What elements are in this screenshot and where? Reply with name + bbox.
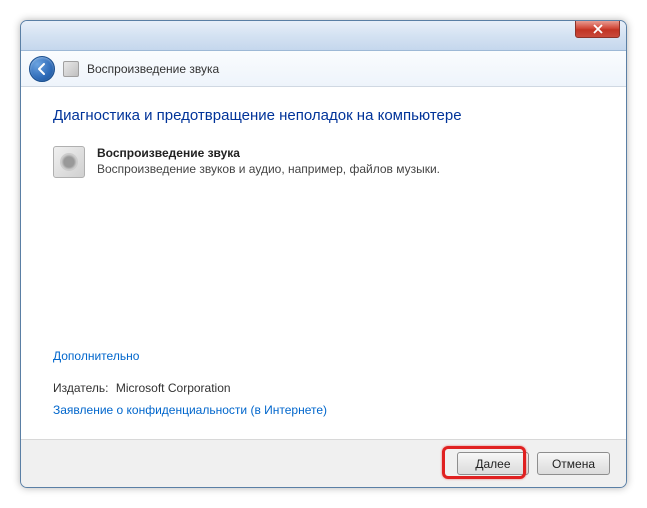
back-button[interactable] (29, 56, 55, 82)
publisher-row: Издатель: Microsoft Corporation (53, 381, 231, 395)
button-bar: Далее Отмена (21, 439, 626, 487)
close-button[interactable] (575, 20, 620, 38)
item-title: Воспроизведение звука (97, 146, 594, 160)
advanced-link[interactable]: Дополнительно (53, 349, 139, 363)
troubleshoot-item: Воспроизведение звука Воспроизведение зв… (53, 146, 594, 178)
item-description: Воспроизведение звуков и аудио, например… (97, 162, 594, 176)
header-bar: Воспроизведение звука (21, 51, 626, 87)
sound-icon (53, 146, 85, 178)
item-text: Воспроизведение звука Воспроизведение зв… (97, 146, 594, 178)
back-arrow-icon (35, 62, 49, 76)
content-area: Диагностика и предотвращение неполадок н… (21, 87, 626, 439)
publisher-value: Microsoft Corporation (116, 381, 231, 395)
troubleshooter-dialog: Воспроизведение звука Диагностика и пред… (20, 20, 627, 488)
titlebar (21, 21, 626, 51)
page-title: Диагностика и предотвращение неполадок н… (53, 107, 594, 124)
window-title: Воспроизведение звука (87, 62, 219, 76)
troubleshooter-icon (63, 61, 79, 77)
cancel-button[interactable]: Отмена (537, 452, 610, 475)
privacy-statement-link[interactable]: Заявление о конфиденциальности (в Интерн… (53, 403, 327, 417)
close-icon (593, 24, 603, 34)
publisher-label: Издатель: (53, 381, 109, 395)
next-button[interactable]: Далее (457, 452, 529, 475)
